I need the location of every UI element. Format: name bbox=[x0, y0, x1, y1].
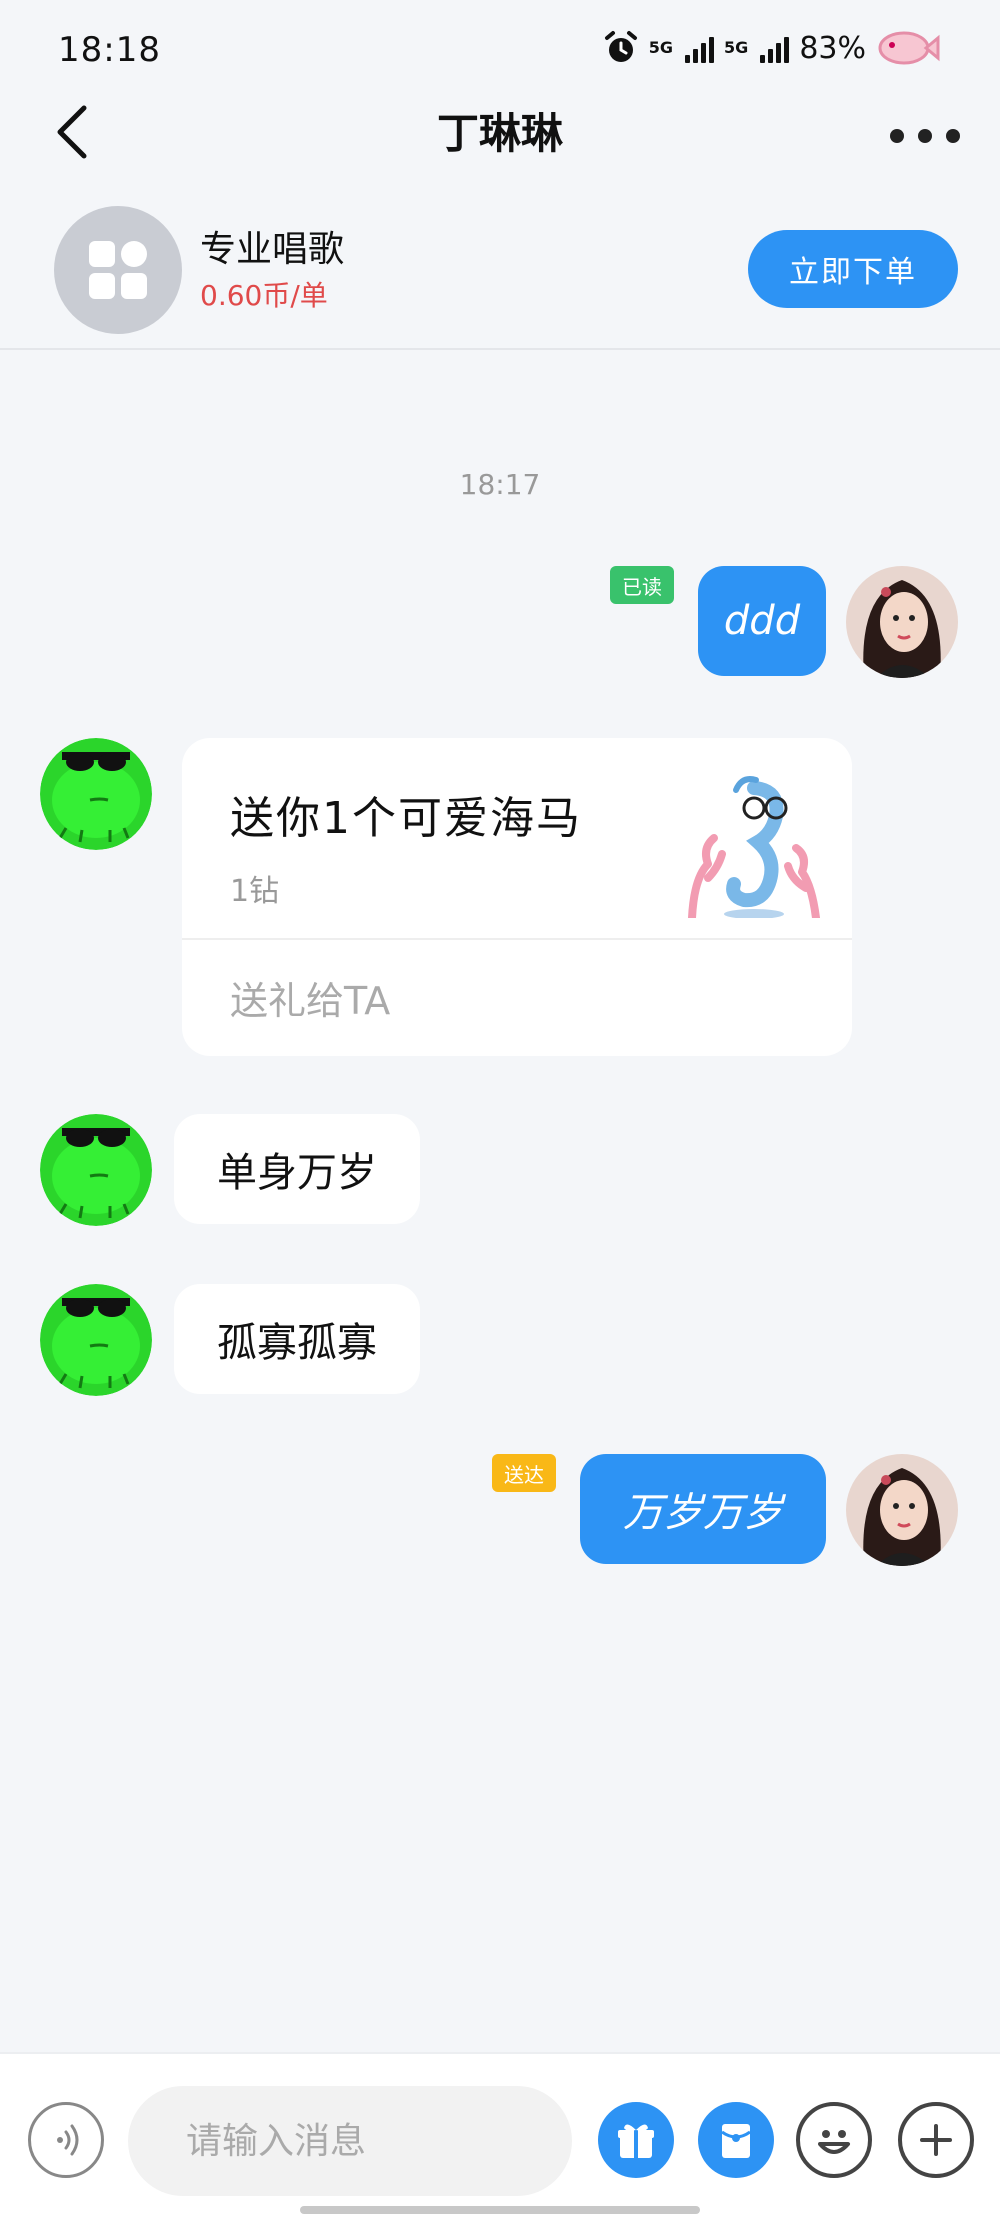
battery-level: 83% bbox=[799, 30, 866, 66]
chat-header: 丁琳琳 bbox=[0, 96, 1000, 196]
status-icons: 5G 5G 83% bbox=[603, 28, 940, 68]
page-title: 丁琳琳 bbox=[436, 109, 563, 158]
gift-icon bbox=[618, 2124, 654, 2158]
more-dot-icon bbox=[890, 129, 904, 143]
emoji-icon bbox=[818, 2130, 850, 2154]
order-now-button[interactable]: 立即下单 bbox=[748, 230, 958, 308]
apps-icon bbox=[54, 206, 182, 334]
home-indicator[interactable] bbox=[300, 2206, 700, 2214]
seahorse-icon bbox=[688, 776, 820, 918]
service-price: 0.60币/单 bbox=[200, 279, 328, 312]
delivered-status-badge: 送达 bbox=[492, 1454, 556, 1492]
more-dot-icon bbox=[946, 129, 960, 143]
service-name: 专业唱歌 bbox=[200, 229, 345, 270]
contact-avatar[interactable] bbox=[40, 738, 152, 850]
more-dot-icon bbox=[918, 129, 932, 143]
my-avatar[interactable] bbox=[846, 1454, 958, 1566]
message-bubble[interactable]: 孤寡孤寡 bbox=[174, 1284, 420, 1394]
emoji-button[interactable] bbox=[796, 2102, 872, 2178]
gift-card[interactable]: 送你1个可爱海马 1钻 送礼给TA bbox=[182, 738, 852, 1056]
frog-avatar-icon bbox=[40, 738, 152, 850]
user-avatar-icon bbox=[846, 566, 958, 678]
frog-avatar-icon bbox=[40, 1114, 152, 1226]
gift-price: 1钻 bbox=[230, 874, 280, 909]
more-button[interactable] bbox=[890, 124, 960, 148]
signal-icon-2 bbox=[760, 33, 790, 63]
status-bar: 18:18 5G 5G 83% bbox=[0, 0, 1000, 96]
voice-button[interactable] bbox=[28, 2102, 104, 2178]
message-input[interactable] bbox=[128, 2086, 572, 2196]
status-time: 18:18 bbox=[58, 30, 161, 70]
network-type-2: 5G bbox=[724, 38, 749, 57]
frog-avatar-icon bbox=[40, 1284, 152, 1396]
message-timestamp: 18:17 bbox=[459, 468, 541, 501]
fish-icon bbox=[878, 31, 940, 65]
plus-icon bbox=[920, 2124, 952, 2156]
read-status-badge: 已读 bbox=[610, 566, 674, 604]
service-bar: 专业唱歌 0.60币/单 立即下单 bbox=[0, 198, 1000, 350]
gift-title: 送你1个可爱海马 bbox=[230, 793, 582, 844]
message-input-bar bbox=[0, 2052, 1000, 2222]
contact-avatar[interactable] bbox=[40, 1114, 152, 1226]
gift-button[interactable] bbox=[598, 2102, 674, 2178]
my-avatar[interactable] bbox=[846, 566, 958, 678]
message-bubble[interactable]: ddd bbox=[698, 566, 826, 676]
signal-icon-1 bbox=[685, 33, 715, 63]
alarm-icon bbox=[604, 31, 637, 62]
network-type-1: 5G bbox=[648, 38, 674, 57]
envelope-icon bbox=[721, 2124, 751, 2158]
send-gift-link[interactable]: 送礼给TA bbox=[230, 970, 390, 1025]
message-bubble[interactable]: 万岁万岁 bbox=[580, 1454, 826, 1564]
gift-divider bbox=[182, 938, 852, 940]
contact-avatar[interactable] bbox=[40, 1284, 152, 1396]
voice-icon bbox=[57, 2124, 79, 2156]
add-button[interactable] bbox=[898, 2102, 974, 2178]
message-bubble[interactable]: 单身万岁 bbox=[174, 1114, 420, 1224]
user-avatar-icon bbox=[846, 1454, 958, 1566]
red-packet-button[interactable] bbox=[698, 2102, 774, 2178]
